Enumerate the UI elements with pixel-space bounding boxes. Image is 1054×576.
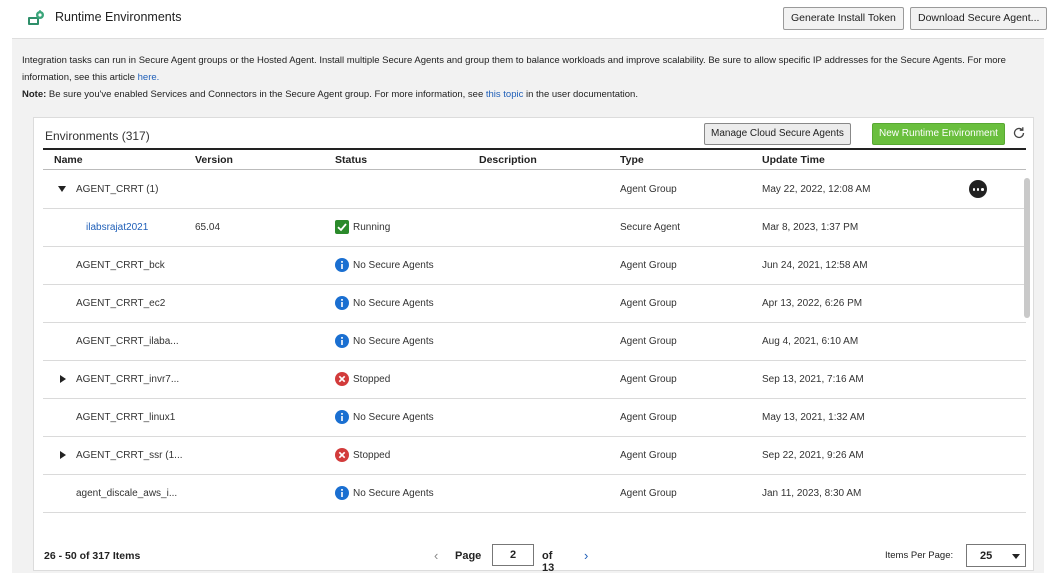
new-runtime-environment-button[interactable]: New Runtime Environment (872, 123, 1005, 145)
manage-cloud-secure-agents-button[interactable]: Manage Cloud Secure Agents (704, 123, 851, 145)
info-icon (335, 486, 349, 500)
table-row[interactable]: agent_discale_aws_i... No Secure Agents … (43, 475, 1026, 513)
stopped-x-icon (335, 372, 349, 386)
row-update-time: Apr 13, 2022, 6:26 PM (762, 298, 863, 309)
environments-count-title: Environments (317) (45, 129, 150, 143)
this-topic-link[interactable]: this topic (486, 89, 524, 100)
row-update-time: Aug 4, 2021, 6:10 AM (762, 336, 859, 347)
items-per-page-label: Items Per Page: (885, 550, 954, 561)
info-line2: Be sure you've enabled Services and Conn… (46, 89, 486, 100)
row-name-link[interactable]: ilabsrajat2021 (86, 222, 148, 233)
col-status[interactable]: Status (335, 154, 367, 166)
col-version[interactable]: Version (195, 154, 233, 166)
here-link[interactable]: here. (138, 72, 160, 83)
col-update-time[interactable]: Update Time (762, 154, 825, 166)
top-bar: Runtime Environments Generate Install To… (0, 0, 1054, 36)
table-row[interactable]: AGENT_CRRT_invr7... Stopped Agent Group … (43, 361, 1026, 399)
row-status: Running (353, 222, 391, 233)
row-update-time: Mar 8, 2023, 1:37 PM (762, 222, 859, 233)
page-number-input[interactable]: 2 (492, 544, 534, 566)
row-status: Stopped (353, 450, 391, 461)
info-icon (335, 410, 349, 424)
row-type: Agent Group (620, 488, 677, 499)
collapse-caret-icon[interactable] (58, 186, 66, 192)
row-name: AGENT_CRRT_ilaba... (76, 336, 179, 347)
items-count: 26 - 50 of 317 Items (44, 550, 141, 562)
col-type[interactable]: Type (620, 154, 644, 166)
row-name: AGENT_CRRT_bck (76, 260, 165, 271)
row-type: Agent Group (620, 184, 677, 195)
row-version: 65.04 (195, 222, 221, 233)
row-name: AGENT_CRRT (1) (76, 184, 159, 195)
row-type: Agent Group (620, 412, 677, 423)
table-body: AGENT_CRRT (1) Agent Group May 22, 2022,… (43, 171, 1026, 531)
page-label: Page (455, 550, 482, 562)
row-update-time: Sep 13, 2021, 7:16 AM (762, 374, 864, 385)
content-area: Integration tasks can run in Secure Agen… (12, 38, 1044, 574)
scrollbar-thumb[interactable] (1024, 178, 1030, 318)
table-row[interactable]: AGENT_CRRT_ec2 No Secure Agents Agent Gr… (43, 285, 1026, 323)
row-update-time: May 22, 2022, 12:08 AM (762, 184, 871, 195)
table-row[interactable]: ilabsrajat2021 65.04 Running Secure Agen… (43, 209, 1026, 247)
info-line1: Integration tasks can run in Secure Agen… (22, 55, 1006, 83)
row-status: No Secure Agents (353, 488, 434, 499)
row-type: Agent Group (620, 336, 677, 347)
checkmark-icon (335, 220, 349, 234)
table-row[interactable]: AGENT_CRRT_ssr (1... Stopped Agent Group… (43, 437, 1026, 475)
page-total: of 13 (542, 550, 555, 574)
more-actions-icon[interactable] (969, 180, 987, 198)
row-update-time: Jun 24, 2021, 12:58 AM (762, 260, 868, 271)
col-description[interactable]: Description (479, 154, 537, 166)
previous-page-icon[interactable]: ‹ (434, 548, 438, 563)
row-name: AGENT_CRRT_ssr (1... (76, 450, 183, 461)
row-update-time: Sep 22, 2021, 9:26 AM (762, 450, 864, 461)
page-title: Runtime Environments (55, 10, 182, 24)
vertical-scrollbar[interactable] (1024, 178, 1030, 528)
row-name: AGENT_CRRT_linux1 (76, 412, 176, 423)
table-row[interactable]: AGENT_CRRT_bck No Secure Agents Agent Gr… (43, 247, 1026, 285)
table-header: Name Version Status Description Type Upd… (43, 148, 1026, 170)
download-secure-agent-button[interactable]: Download Secure Agent... (910, 7, 1048, 30)
table-row[interactable]: AGENT_CRRT_linux1 No Secure Agents Agent… (43, 399, 1026, 437)
environments-panel: Environments (317) Manage Cloud Secure A… (33, 117, 1034, 574)
info-icon (335, 258, 349, 272)
row-status: No Secure Agents (353, 336, 434, 347)
row-name: agent_discale_aws_i... (76, 488, 178, 499)
row-update-time: Jan 11, 2023, 8:30 AM (762, 488, 862, 499)
items-per-page-select[interactable]: 25 (966, 544, 1026, 567)
row-status: No Secure Agents (353, 412, 434, 423)
row-type: Agent Group (620, 260, 677, 271)
row-name: AGENT_CRRT_invr7... (76, 374, 180, 385)
row-status: No Secure Agents (353, 260, 434, 271)
row-type: Agent Group (620, 374, 677, 385)
chevron-down-icon (1012, 554, 1020, 559)
stopped-x-icon (335, 448, 349, 462)
refresh-icon[interactable] (1012, 126, 1026, 140)
row-status: Stopped (353, 374, 391, 385)
row-name: AGENT_CRRT_ec2 (76, 298, 166, 309)
next-page-icon[interactable]: › (584, 548, 588, 563)
expand-caret-icon[interactable] (60, 375, 66, 383)
row-type: Agent Group (620, 298, 677, 309)
row-type: Agent Group (620, 450, 677, 461)
note-label: Note: (22, 89, 47, 100)
table-row[interactable]: AGENT_CRRT_ilaba... No Secure Agents Age… (43, 323, 1026, 361)
expand-caret-icon[interactable] (60, 451, 66, 459)
row-status: No Secure Agents (353, 298, 434, 309)
row-type: Secure Agent (620, 222, 681, 233)
runtime-env-icon (28, 10, 44, 25)
info-icon (335, 296, 349, 310)
generate-install-token-button[interactable]: Generate Install Token (783, 7, 904, 30)
info-line2-end: in the user documentation. (523, 89, 638, 100)
table-row[interactable]: AGENT_CRRT (1) Agent Group May 22, 2022,… (43, 171, 1026, 209)
col-name[interactable]: Name (54, 154, 83, 166)
items-per-page-value: 25 (980, 550, 993, 562)
row-update-time: May 13, 2021, 1:32 AM (762, 412, 865, 423)
info-icon (335, 334, 349, 348)
info-text: Integration tasks can run in Secure Agen… (22, 52, 1037, 103)
